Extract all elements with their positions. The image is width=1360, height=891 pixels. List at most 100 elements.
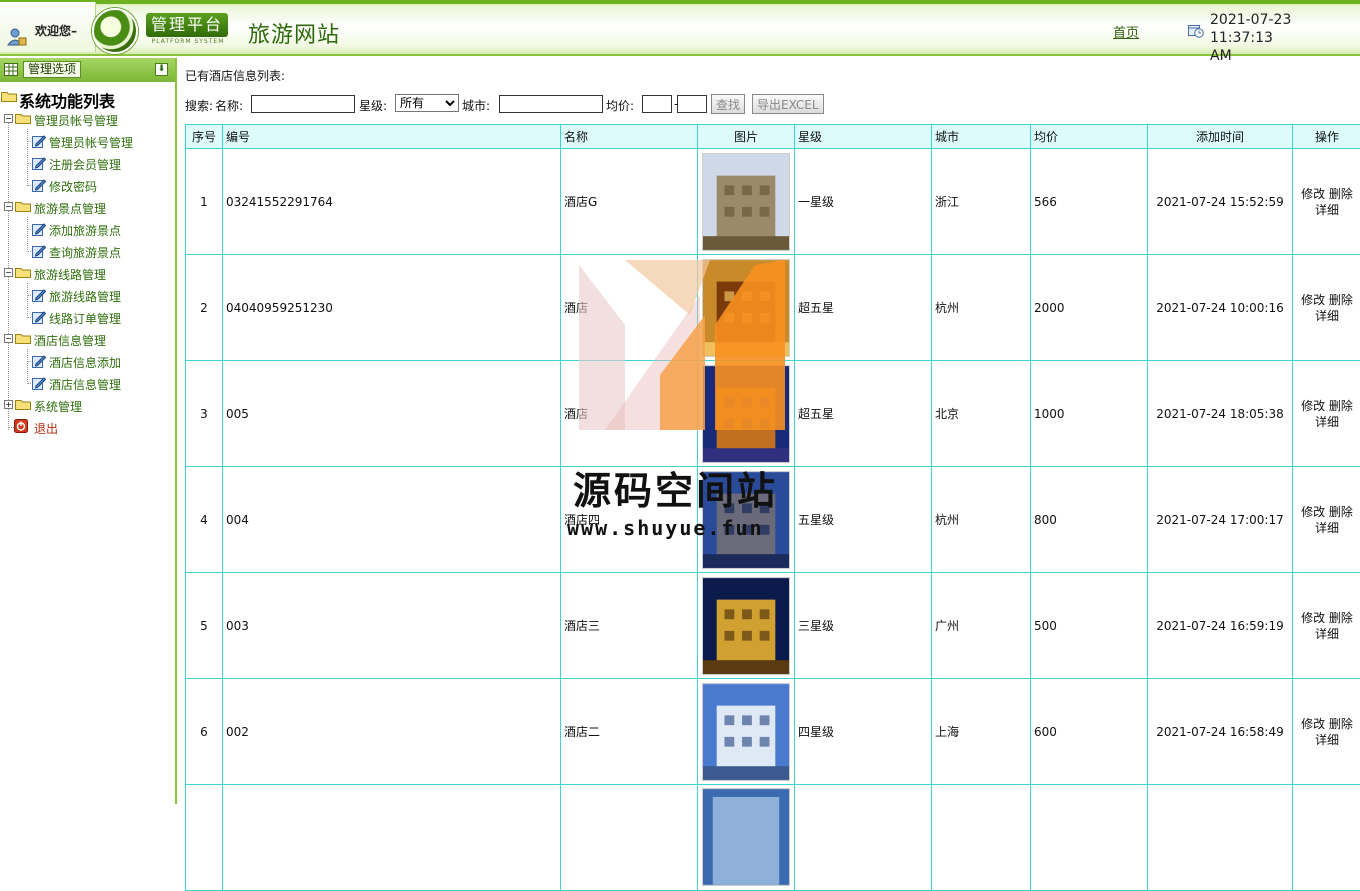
cell-name: 酒店三 — [561, 573, 698, 679]
name-input[interactable] — [251, 95, 355, 113]
sidebar-group-label[interactable]: 管理员帐号管理 — [34, 112, 118, 129]
management-options-button[interactable]: 管理选项 — [23, 61, 81, 78]
hotel-photo[interactable] — [702, 153, 790, 251]
tree-line — [27, 217, 28, 250]
welcome-box: 欢迎您– — [0, 2, 96, 52]
star-select[interactable]: 所有 — [395, 94, 459, 112]
sidebar-item-label[interactable]: 修改密码 — [49, 178, 97, 195]
edit-doc-icon — [32, 376, 46, 390]
detail-link[interactable]: 详细 — [1315, 521, 1339, 535]
platform-logo-subtitle: PLATFORM SYSTEM — [147, 38, 229, 45]
detail-link[interactable]: 详细 — [1315, 733, 1339, 747]
hotel-photo[interactable] — [702, 471, 790, 569]
detail-link[interactable]: 详细 — [1315, 627, 1339, 641]
detail-link[interactable]: 详细 — [1315, 203, 1339, 217]
folder-open-icon — [15, 333, 31, 344]
delete-link[interactable]: 删除 — [1329, 611, 1353, 625]
cell-city: 杭州 — [932, 467, 1031, 573]
collapse-down-icon[interactable]: ⬇ — [155, 63, 168, 76]
export-excel-button[interactable]: 导出EXCEL — [752, 94, 824, 114]
edit-doc-icon — [32, 288, 46, 302]
cell-code: 04040959251230 — [223, 255, 561, 361]
edit-link[interactable]: 修改 — [1301, 611, 1325, 625]
cell-index: 6 — [186, 679, 223, 785]
collapse-minus-icon[interactable]: − — [4, 114, 13, 123]
cell-city: 浙江 — [932, 149, 1031, 255]
cell-code: 003 — [223, 573, 561, 679]
cell-star: 四星级 — [795, 679, 932, 785]
hotel-photo[interactable] — [702, 788, 790, 886]
delete-link[interactable]: 删除 — [1329, 187, 1353, 201]
sidebar-item-label[interactable]: 添加旅游景点 — [49, 222, 121, 239]
edit-link[interactable]: 修改 — [1301, 399, 1325, 413]
detail-link[interactable]: 详细 — [1315, 415, 1339, 429]
edit-link[interactable]: 修改 — [1301, 187, 1325, 201]
header-top-line — [0, 0, 1360, 4]
price-to-input[interactable] — [677, 95, 707, 113]
power-off-icon — [14, 419, 28, 433]
table-cell — [795, 785, 932, 891]
sidebar-group-label[interactable]: 旅游景点管理 — [34, 200, 106, 217]
search-label: 搜索: — [185, 97, 213, 114]
expand-plus-icon[interactable]: + — [4, 400, 13, 409]
op-line-2: 详细 — [1296, 308, 1358, 324]
col-header-index: 序号 — [186, 125, 223, 149]
delete-link[interactable]: 删除 — [1329, 505, 1353, 519]
cell-index: 5 — [186, 573, 223, 679]
search-button[interactable]: 查找 — [711, 94, 745, 114]
sidebar-item-label[interactable]: 退出 — [34, 420, 58, 437]
cell-star: 一星级 — [795, 149, 932, 255]
cell-image — [698, 679, 795, 785]
folder-open-icon — [15, 267, 31, 278]
collapse-minus-icon[interactable]: − — [4, 202, 13, 211]
sidebar-item-label[interactable]: 旅游线路管理 — [49, 288, 121, 305]
detail-link[interactable]: 详细 — [1315, 309, 1339, 323]
calendar-clock-icon — [1188, 24, 1204, 38]
welcome-text: 欢迎您– — [35, 22, 77, 39]
collapse-minus-icon[interactable]: − — [4, 268, 13, 277]
user-icon — [7, 27, 27, 47]
hotel-photo[interactable] — [702, 683, 790, 781]
sidebar-item-label[interactable]: 酒店信息管理 — [49, 376, 121, 393]
table-cell — [932, 785, 1031, 891]
table-row: 5003酒店三三星级广州5002021-07-24 16:59:19修改 删除详… — [186, 573, 1360, 679]
cell-image — [698, 361, 795, 467]
cell-star: 超五星 — [795, 255, 932, 361]
delete-link[interactable]: 删除 — [1329, 399, 1353, 413]
city-input[interactable] — [499, 95, 603, 113]
hotel-photo[interactable] — [702, 365, 790, 463]
sidebar-group-label[interactable]: 酒店信息管理 — [34, 332, 106, 349]
price-from-input[interactable] — [642, 95, 672, 113]
edit-doc-icon — [32, 178, 46, 192]
sidebar-group-label[interactable]: 旅游线路管理 — [34, 266, 106, 283]
collapse-minus-icon[interactable]: − — [4, 334, 13, 343]
table-row: 3005酒店超五星北京10002021-07-24 18:05:38修改 删除详… — [186, 361, 1360, 467]
name-label: 名称: — [215, 97, 243, 114]
col-header-name: 名称 — [561, 125, 698, 149]
cell-name: 酒店 — [561, 361, 698, 467]
edit-link[interactable]: 修改 — [1301, 293, 1325, 307]
sidebar-item-label[interactable]: 酒店信息添加 — [49, 354, 121, 371]
cell-time: 2021-07-24 15:52:59 — [1148, 149, 1293, 255]
edit-link[interactable]: 修改 — [1301, 717, 1325, 731]
delete-link[interactable]: 删除 — [1329, 717, 1353, 731]
op-line-1: 修改 删除 — [1296, 610, 1358, 626]
edit-link[interactable]: 修改 — [1301, 505, 1325, 519]
cell-actions: 修改 删除详细 — [1293, 361, 1360, 467]
sidebar-item-label[interactable]: 线路订单管理 — [49, 310, 121, 327]
sidebar-item-label[interactable]: 注册会员管理 — [49, 156, 121, 173]
home-link[interactable]: 首页 — [1113, 22, 1139, 41]
cell-image — [698, 785, 795, 891]
sidebar-item-label[interactable]: 查询旅游景点 — [49, 244, 121, 261]
hotel-photo[interactable] — [702, 577, 790, 675]
hotel-photo[interactable] — [702, 259, 790, 357]
cell-index: 1 — [186, 149, 223, 255]
cell-city: 广州 — [932, 573, 1031, 679]
sidebar-group-label[interactable]: 系统管理 — [34, 398, 82, 415]
col-header-actions: 操作 — [1293, 125, 1360, 149]
cell-time: 2021-07-24 17:00:17 — [1148, 467, 1293, 573]
city-label: 城市: — [462, 97, 490, 114]
delete-link[interactable]: 删除 — [1329, 293, 1353, 307]
sidebar-item-label[interactable]: 管理员帐号管理 — [49, 134, 133, 151]
table-cell — [223, 785, 561, 891]
